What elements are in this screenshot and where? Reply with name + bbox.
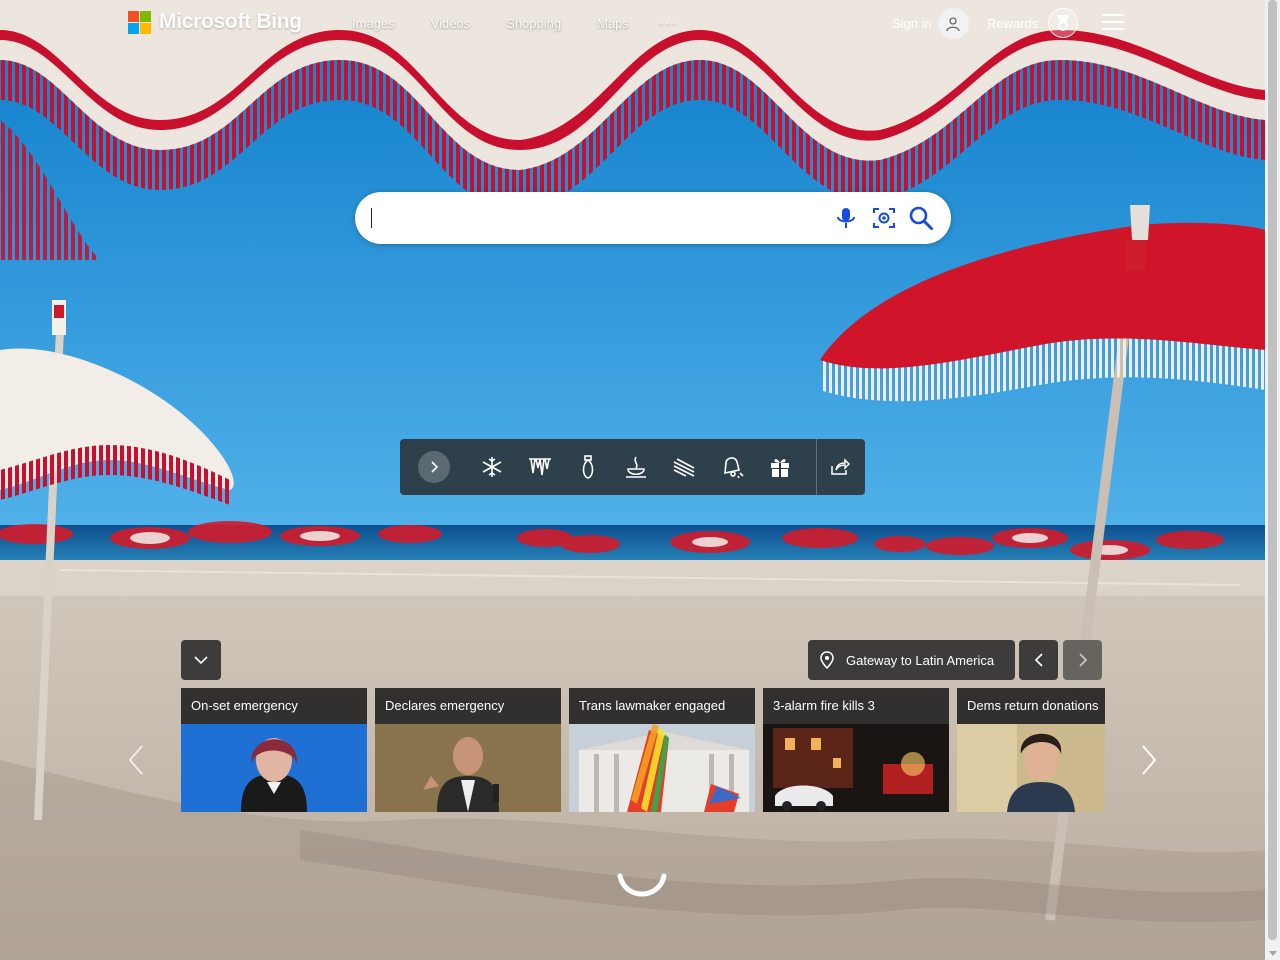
news-card-title: On-set emergency — [191, 698, 298, 713]
rewards-label: Rewards — [987, 15, 1039, 31]
news-card[interactable]: Declares emergency — [375, 688, 561, 812]
news-carousel: On-set emergency Declares emergency Tran… — [181, 688, 1105, 812]
avatar[interactable] — [937, 8, 969, 39]
icicles-icon[interactable] — [528, 455, 552, 479]
news-card-thumbnail — [957, 724, 1105, 812]
menu-icon[interactable] — [1102, 14, 1124, 30]
microphone-icon[interactable] — [833, 205, 859, 231]
nav-more-button[interactable]: ··· — [659, 16, 678, 31]
news-card-title: Dems return donations — [967, 698, 1099, 713]
scrollbar-thumb[interactable] — [1268, 0, 1277, 940]
search-box[interactable] — [355, 192, 951, 244]
microsoft-logo-icon — [128, 10, 151, 34]
next-arrow-icon[interactable] — [418, 451, 450, 483]
news-card[interactable]: Trans lawmaker engaged — [569, 688, 755, 812]
wallpaper-toolbar — [400, 439, 865, 495]
location-pin-icon — [820, 651, 834, 669]
signin-button[interactable]: Sign in — [892, 8, 969, 39]
top-nav: Images Videos Shopping Maps ··· — [352, 16, 714, 31]
rewards-medal-icon — [1048, 8, 1079, 38]
location-label: Gateway to Latin America — [846, 652, 995, 668]
chevron-right-icon — [1078, 653, 1087, 667]
news-card-title: 3-alarm fire kills 3 — [773, 698, 875, 713]
next-image-button[interactable] — [1063, 640, 1102, 680]
news-prev-arrow-icon[interactable] — [124, 744, 148, 776]
news-card[interactable]: Dems return donations — [957, 688, 1105, 812]
user-icon — [946, 16, 960, 31]
search-input[interactable] — [371, 204, 815, 234]
bell-icon[interactable] — [720, 455, 744, 479]
share-icon[interactable] — [828, 455, 852, 479]
news-card-thumbnail — [375, 724, 561, 812]
news-card-thumbnail — [763, 724, 949, 812]
image-location-button[interactable]: Gateway to Latin America — [808, 640, 1015, 680]
rewards-button[interactable]: Rewards — [987, 8, 1079, 38]
news-card[interactable]: 3-alarm fire kills 3 — [763, 688, 949, 812]
collapse-feed-button[interactable] — [181, 640, 221, 680]
nav-shopping[interactable]: Shopping — [506, 16, 561, 31]
visual-search-icon[interactable] — [871, 205, 897, 231]
toolbar-divider — [816, 439, 817, 495]
page-scrollbar[interactable] — [1265, 0, 1280, 960]
text-caret — [371, 208, 372, 228]
signin-label: Sign in — [892, 16, 932, 31]
news-card-title: Declares emergency — [385, 698, 505, 713]
gift-icon[interactable] — [768, 455, 792, 479]
nav-videos[interactable]: Videos — [431, 16, 471, 31]
bing-logo[interactable]: Microsoft Bing — [128, 10, 302, 34]
ornament-icon[interactable] — [576, 455, 600, 479]
news-card-thumbnail — [569, 724, 755, 812]
loading-spinner-icon — [617, 870, 667, 900]
hot-drink-icon[interactable] — [624, 455, 648, 479]
chevron-down-icon — [194, 656, 208, 665]
news-card[interactable]: On-set emergency — [181, 688, 367, 812]
snowflake-icon[interactable] — [480, 455, 504, 479]
news-next-arrow-icon[interactable] — [1137, 744, 1161, 776]
news-card-thumbnail — [181, 724, 367, 812]
scroll-down-arrow-icon[interactable] — [1269, 951, 1277, 956]
previous-image-button[interactable] — [1019, 640, 1058, 680]
nav-images[interactable]: Images — [352, 16, 395, 31]
brand-name: Microsoft Bing — [159, 10, 302, 33]
news-card-title: Trans lawmaker engaged — [579, 698, 726, 713]
nav-maps[interactable]: Maps — [597, 16, 629, 31]
search-icon[interactable] — [908, 205, 934, 231]
chevron-left-icon — [1034, 653, 1043, 667]
wind-icon[interactable] — [672, 455, 696, 479]
